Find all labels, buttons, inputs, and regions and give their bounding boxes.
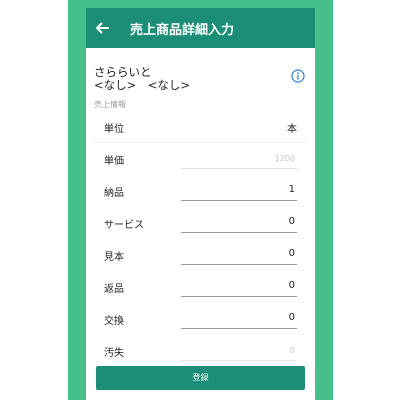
service-value: 0	[288, 216, 295, 227]
field-row-damaged-lost: 汚失 0	[86, 335, 315, 367]
damaged-lost-input[interactable]: 0	[181, 341, 297, 361]
customer-info: さららいと <なし> <なし>	[94, 66, 190, 92]
field-row-return: 返品 0	[86, 271, 315, 303]
sample-value: 0	[288, 248, 295, 259]
field-row-sample: 見本 0	[86, 239, 315, 271]
field-label-delivery: 納品	[104, 188, 124, 199]
field-label-service: サービス	[104, 220, 144, 231]
exchange-input[interactable]: 0	[181, 309, 297, 329]
field-label-return: 返品	[104, 284, 124, 295]
field-row-unit: 単位 本	[86, 111, 315, 143]
exchange-value: 0	[288, 312, 295, 323]
field-value-unit: 本	[287, 124, 297, 135]
app-bar: 売上商品詳細入力	[86, 8, 315, 48]
field-label-sample: 見本	[104, 252, 124, 263]
unit-price-input[interactable]: 1200	[181, 149, 297, 169]
delivery-input[interactable]: 1	[181, 181, 297, 201]
field-row-unit-price: 単価 1200	[86, 143, 315, 175]
service-input[interactable]: 0	[181, 213, 297, 233]
field-label-damaged-lost: 汚失	[104, 348, 124, 359]
sample-input[interactable]: 0	[181, 245, 297, 265]
page-title: 売上商品詳細入力	[130, 23, 235, 38]
field-row-delivery: 納品 1	[86, 175, 315, 207]
return-input[interactable]: 0	[181, 277, 297, 297]
unit-price-placeholder: 1200	[274, 154, 295, 163]
app-screen: 売上商品詳細入力 さららいと <なし> <なし> 売上情報 単位 本 単価 12…	[86, 8, 315, 400]
field-row-service: サービス 0	[86, 207, 315, 239]
field-label-unit-price: 単価	[104, 156, 124, 167]
field-label-unit: 単位	[104, 124, 124, 135]
customer-subinfo: <なし> <なし>	[94, 78, 191, 92]
delivery-value: 1	[288, 184, 295, 195]
section-label: 売上情報	[94, 100, 126, 109]
return-value: 0	[288, 280, 295, 291]
info-icon[interactable]	[291, 69, 305, 83]
field-label-exchange: 交換	[104, 316, 124, 327]
field-row-exchange: 交換 0	[86, 303, 315, 335]
back-arrow-icon[interactable]	[94, 20, 110, 36]
damaged-lost-placeholder: 0	[289, 346, 295, 355]
register-button[interactable]: 登録	[96, 366, 305, 390]
